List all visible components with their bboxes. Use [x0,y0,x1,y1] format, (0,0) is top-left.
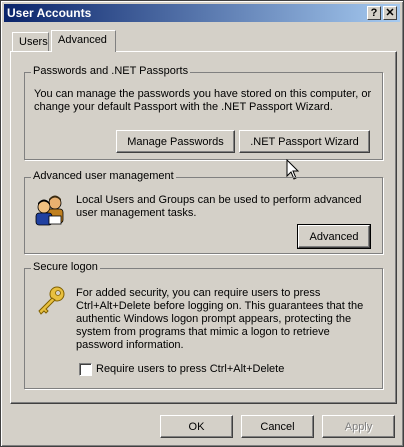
secure-logon-line-1: For added security, you can require user… [76,287,321,299]
cancel-button[interactable]: Cancel [241,415,314,438]
tab-advanced-label: Advanced [58,34,107,46]
secure-logon-group-heading: Secure logon [31,261,100,273]
manage-passwords-button[interactable]: Manage Passwords [116,130,235,153]
passwords-group: Passwords and .NET Passports You can man… [24,65,383,160]
user-accounts-window: User Accounts ? ✕ Users Advanced Passwor… [0,0,404,447]
secure-logon-group: Secure logon For added security, you can… [24,261,383,389]
advanced-tab-panel: Passwords and .NET Passports You can man… [10,51,397,404]
help-button[interactable]: ? [367,6,381,20]
tab-advanced[interactable]: Advanced [51,30,116,52]
apply-button[interactable]: Apply [322,415,395,438]
advanced-mgmt-description-line-2: user management tasks. [76,207,197,219]
key-icon [38,286,65,315]
secure-logon-line-5: password information. [76,339,184,351]
tab-users[interactable]: Users [12,32,49,52]
advanced-user-management-group: Advanced user management Local Users and… [24,170,383,254]
users-group-icon [35,195,64,226]
close-button[interactable]: ✕ [383,6,397,20]
passwords-description-line-2: change your default Passport with the .N… [34,101,333,113]
advanced-mgmt-description-line-1: Local Users and Groups can be used to pe… [76,194,362,206]
advanced-button[interactable]: Advanced [297,224,371,249]
secure-logon-line-4: system from programs that mimic a logon … [76,326,330,338]
require-ctrl-alt-delete-label[interactable]: Require users to press Ctrl+Alt+Delete [96,363,284,376]
passwords-group-heading: Passwords and .NET Passports [31,65,191,77]
secure-logon-line-2: Ctrl+Alt+Delete before logging on. This … [76,300,364,312]
require-ctrl-alt-delete-checkbox[interactable] [79,363,92,376]
tab-users-label: Users [19,36,48,48]
net-passport-wizard-button[interactable]: .NET Passport Wizard [239,130,370,153]
title-bar[interactable]: User Accounts ? ✕ [4,4,400,22]
window-title: User Accounts [7,6,92,20]
secure-logon-line-3: authentic Windows logon prompt appears, … [76,313,352,325]
advanced-mgmt-group-heading: Advanced user management [31,170,176,182]
ok-button[interactable]: OK [160,415,233,438]
passwords-description-line-1: You can manage the passwords you have st… [34,88,372,100]
